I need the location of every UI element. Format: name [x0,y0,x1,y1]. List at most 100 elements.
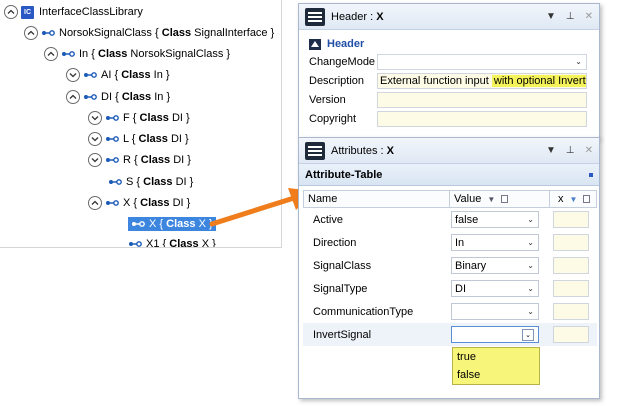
tree-node-selected[interactable]: X { Class X } [128,214,216,234]
panel-menu-icon[interactable] [305,141,325,160]
tree-node-label: F { Class DI } [123,112,190,124]
filter-icon[interactable]: ▼ [570,195,578,204]
interface-class-icon [108,178,122,186]
table-row: CommunicationType ⌄ [303,300,597,323]
tree-node[interactable]: DI { Class In } [66,87,170,107]
copyright-field[interactable] [377,110,587,127]
pin-icon[interactable]: ⊥ [566,145,575,156]
column-x-label: x [558,193,564,205]
close-icon[interactable]: ✕ [585,145,593,156]
column-value-label: Value [454,193,482,205]
collapse-section-icon[interactable] [309,38,321,50]
dropdown-option-true[interactable]: true [453,348,539,366]
invertsignal-dropdown-list: true false [452,347,540,385]
dropdown-icon[interactable]: ▼ [546,145,556,156]
tree-node-label: NorsokSignalClass { Class SignalInterfac… [59,27,275,39]
column-x[interactable]: x ▼ [550,191,596,207]
description-field[interactable]: External function input with optional In… [377,72,587,89]
prop-row-copyright: Copyright [299,109,599,128]
prop-label: Description [309,74,365,87]
attr-x-field[interactable] [553,303,589,320]
interface-class-icon [105,114,119,122]
changemode-select[interactable]: ⌄ [377,53,587,70]
attr-value-select-open[interactable]: ⌄ [451,326,539,343]
attr-value-select[interactable]: false ⌄ [451,211,539,228]
attr-value-select[interactable]: DI ⌄ [451,280,539,297]
tree-node[interactable]: AI { Class In } [66,65,170,85]
options-icon[interactable] [589,172,593,177]
tree-root[interactable]: IC InterfaceClassLibrary [4,2,143,22]
interface-class-icon [131,220,145,228]
table-row-active: InvertSignal ⌄ [303,323,597,346]
tree-node-label: In { Class NorsokSignalClass } [79,48,231,60]
version-field[interactable] [377,91,587,108]
tree-node[interactable]: L { Class DI } [88,129,189,149]
panel-menu-icon[interactable] [305,7,325,26]
attributes-panel: Attributes :X ▼ ⊥ ✕ Attribute-Table Name… [298,137,600,399]
header-section-toggle[interactable]: Header [299,30,599,52]
collapse-icon[interactable] [44,47,58,61]
dropdown-option-false[interactable]: false [453,366,539,384]
attr-value-select[interactable]: ⌄ [451,303,539,320]
header-section-title: Header [327,38,365,50]
prop-row-version: Version [299,90,599,109]
chevron-down-icon: ⌄ [527,261,534,270]
chevron-down-icon: ⌄ [527,307,534,316]
table-row: SignalType DI ⌄ [303,277,597,300]
filter-icon[interactable]: ▼ [487,195,495,204]
tree-node[interactable]: NorsokSignalClass { Class SignalInterfac… [24,23,274,43]
collapse-icon[interactable] [4,5,18,19]
attr-x-field[interactable] [553,211,589,228]
collapse-icon[interactable] [88,196,102,210]
attr-value-select[interactable]: In ⌄ [451,234,539,251]
tree-node[interactable]: F { Class DI } [88,108,190,128]
prop-label: Version [309,93,346,106]
copy-icon[interactable] [583,195,591,203]
table-row: Direction In ⌄ [303,231,597,254]
tree-node[interactable]: X { Class DI } [88,193,190,213]
prop-row-description: Description External function input with… [299,71,599,90]
chevron-down-icon[interactable]: ⌄ [522,328,534,341]
selected-node-box[interactable]: X { Class X } [128,217,216,231]
interface-class-icon [105,156,119,164]
attr-x-field[interactable] [553,234,589,251]
attr-name: Direction [313,236,357,249]
tree-node[interactable]: R { Class DI } [88,150,191,170]
attr-x-field[interactable] [553,280,589,297]
expand-icon[interactable] [88,111,102,125]
tree-node[interactable]: In { Class NorsokSignalClass } [44,44,230,64]
tree-root-label: InterfaceClassLibrary [39,6,143,18]
attribute-table-header: Attribute-Table [299,164,599,186]
close-icon[interactable]: ✕ [585,11,593,22]
interface-class-icon [61,50,75,58]
dropdown-icon[interactable]: ▼ [546,11,556,22]
tree-node[interactable]: X1 { Class X } [128,234,216,247]
tree-node-label: DI { Class In } [101,91,171,103]
interface-class-icon [83,93,97,101]
tree-node-label: L { Class DI } [123,133,189,145]
attr-name: SignalClass [313,259,372,272]
interface-class-icon [41,29,55,37]
prop-label: ChangeMode [309,55,376,68]
attr-x-field[interactable] [553,257,589,274]
interface-class-icon [105,135,119,143]
attributes-panel-titlebar[interactable]: Attributes :X ▼ ⊥ ✕ [299,138,599,164]
attr-x-field[interactable] [553,326,589,343]
column-name[interactable]: Name [304,191,450,207]
attr-value-select[interactable]: Binary ⌄ [451,257,539,274]
copy-icon[interactable] [501,195,509,203]
column-value[interactable]: Value ▼ [450,191,550,207]
attr-name: SignalType [313,282,368,295]
collapse-icon[interactable] [66,90,80,104]
table-column-headers: Name Value ▼ x ▼ [303,190,597,208]
pin-icon[interactable]: ⊥ [566,11,575,22]
prop-row-changemode: ChangeMode ⌄ [299,52,599,71]
header-panel-titlebar[interactable]: Header :X ▼ ⊥ ✕ [299,4,599,30]
header-panel: Header :X ▼ ⊥ ✕ Header ChangeMode ⌄ Desc… [298,3,600,139]
tree-node[interactable]: S { Class DI } [108,172,193,192]
prop-label: Copyright [309,112,357,125]
expand-icon[interactable] [88,132,102,146]
expand-icon[interactable] [66,68,80,82]
collapse-icon[interactable] [24,26,38,40]
expand-icon[interactable] [88,153,102,167]
